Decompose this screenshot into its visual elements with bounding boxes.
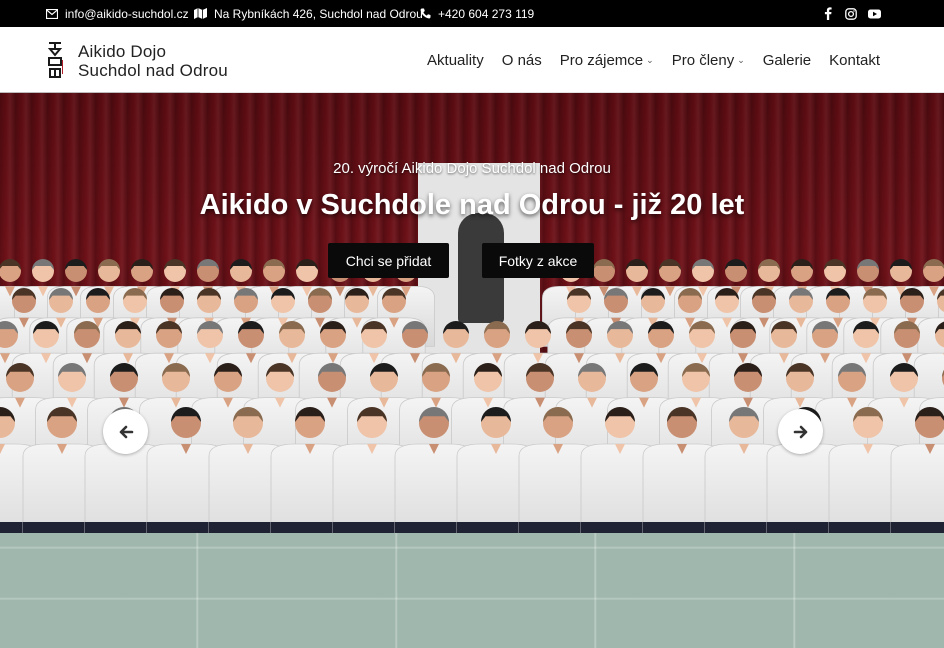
- map-icon: [194, 8, 207, 19]
- arrow-left-icon: [119, 425, 133, 438]
- email-contact[interactable]: info@aikido-suchdol.cz: [46, 0, 189, 27]
- hero-group-photo: [0, 259, 944, 543]
- nav-item-aktuality[interactable]: Aktuality: [427, 52, 484, 69]
- social-links: [821, 0, 881, 27]
- youtube-icon[interactable]: [867, 7, 881, 21]
- phone-icon: [420, 8, 431, 19]
- nav-label[interactable]: O nás: [502, 52, 542, 69]
- chevron-down-icon: ⌄: [646, 54, 654, 65]
- email-text[interactable]: info@aikido-suchdol.cz: [65, 7, 189, 21]
- facebook-icon[interactable]: [821, 7, 835, 21]
- main-navigation: Aktuality O nás Pro zájemce ⌄ Pro členy …: [427, 27, 880, 93]
- nav-label[interactable]: Pro členy: [672, 52, 735, 69]
- nav-item-o-nas[interactable]: O nás: [502, 52, 542, 69]
- address-text: Na Rybníkách 426, Suchdol nad Odrou: [214, 6, 423, 21]
- address-contact: Na Rybníkách 426, Suchdol nad Odrou: [194, 0, 423, 27]
- slider-next-button[interactable]: [778, 409, 823, 454]
- nav-label[interactable]: Pro zájemce: [560, 52, 643, 69]
- nav-item-pro-zajemce[interactable]: Pro zájemce ⌄: [560, 52, 654, 69]
- hero-title: Aikido v Suchdole nad Odrou - již 20 let: [199, 189, 745, 221]
- nav-item-kontakt[interactable]: Kontakt: [829, 52, 880, 69]
- envelope-icon: [46, 8, 58, 19]
- arrow-right-icon: [793, 425, 807, 438]
- phone-contact[interactable]: +420 604 273 119: [420, 0, 534, 27]
- join-button[interactable]: Chci se přidat: [328, 243, 449, 278]
- hero-floor-lines: [0, 533, 944, 648]
- hero-slider: 20. výročí Aikido Dojo Suchdol nad Odrou…: [0, 93, 944, 648]
- logo-line-2[interactable]: Suchdol nad Odrou: [78, 61, 228, 80]
- photos-button[interactable]: Fotky z akce: [482, 243, 594, 278]
- chevron-down-icon: ⌄: [737, 54, 745, 65]
- slider-prev-button[interactable]: [103, 409, 148, 454]
- logo-icon[interactable]: [46, 40, 64, 80]
- nav-label[interactable]: Kontakt: [829, 52, 880, 69]
- nav-item-galerie[interactable]: Galerie: [763, 52, 811, 69]
- phone-text[interactable]: +420 604 273 119: [438, 7, 534, 21]
- nav-item-pro-cleny[interactable]: Pro členy ⌄: [672, 52, 745, 69]
- nav-label[interactable]: Aktuality: [427, 52, 484, 69]
- instagram-icon[interactable]: [844, 7, 858, 21]
- site-header: Aikido Dojo Suchdol nad Odrou Aktuality …: [0, 27, 944, 94]
- top-info-bar: info@aikido-suchdol.cz Na Rybníkách 426,…: [0, 0, 944, 27]
- crowd-people: [0, 259, 944, 543]
- nav-label[interactable]: Galerie: [763, 52, 811, 69]
- logo-line-1[interactable]: Aikido Dojo: [78, 42, 228, 61]
- site-logo-text[interactable]: Aikido Dojo Suchdol nad Odrou: [78, 42, 228, 80]
- hero-subtitle: 20. výročí Aikido Dojo Suchdol nad Odrou: [333, 160, 611, 177]
